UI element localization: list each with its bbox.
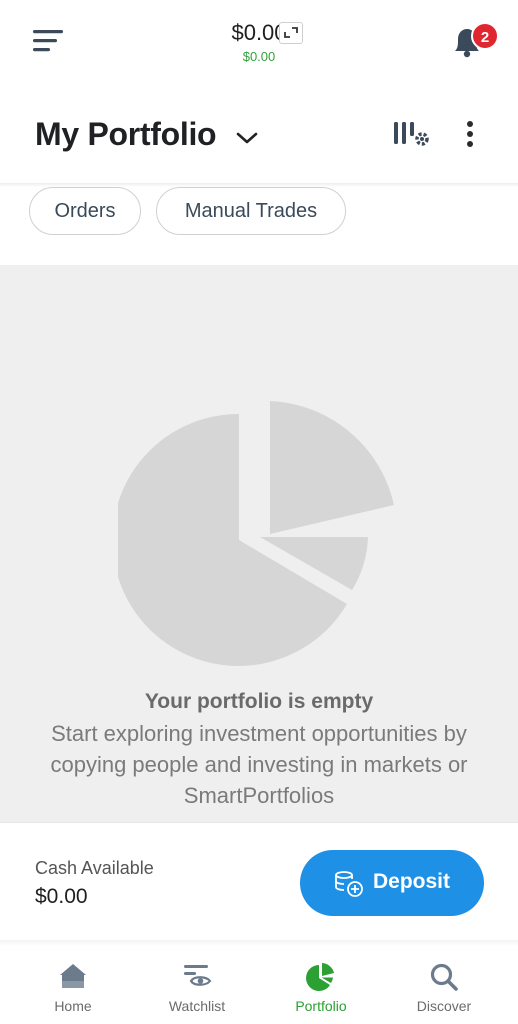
empty-pie-chart-illustration [118,401,394,666]
portfolio-header: My Portfolio [0,100,518,176]
nav-home[interactable]: Home [28,946,118,1024]
cash-available-label: Cash Available [35,858,154,878]
nav-watchlist-label: Watchlist [168,998,226,1014]
balance-container: $0.00 [0,20,518,46]
nav-portfolio-label: Portfolio [295,998,347,1014]
cash-available-bar: Cash Available $0.00 Deposit [0,822,518,940]
empty-state-title: Your portfolio is empty [144,690,374,713]
nav-home-label: Home [54,998,92,1014]
column-settings-icon[interactable] [392,118,432,150]
page-title[interactable]: My Portfolio [35,116,217,153]
deposit-label: Deposit [373,870,451,893]
portfolio-pie-icon [306,963,334,991]
nav-watchlist[interactable]: Watchlist [152,946,242,1024]
more-options-icon[interactable] [458,118,482,152]
orders-chip[interactable]: Orders [29,187,141,235]
cash-available-value: $0.00 [35,885,88,908]
notification-badge: 2 [471,22,499,50]
empty-portfolio-panel: Your portfolio is empty Start exploring … [0,265,518,822]
balance-change: $0.00 [242,49,276,64]
search-icon [430,963,458,991]
empty-state-message: Start exploring investment opportunities… [50,721,468,808]
watchlist-icon [184,965,212,986]
chevron-down-icon[interactable] [234,128,260,148]
nav-discover[interactable]: Discover [399,946,489,1024]
home-icon [60,964,86,988]
deposit-button[interactable]: Deposit [300,850,484,916]
top-bar: $0.00 $0.00 2 [0,0,518,86]
expand-icon[interactable] [279,22,303,44]
bottom-navigation: Home Watchlist Portfolio Discover [0,946,518,1024]
nav-discover-label: Discover [416,998,472,1014]
manual-trades-chip[interactable]: Manual Trades [156,187,346,235]
filter-chips: Orders Manual Trades [0,186,518,264]
nav-portfolio[interactable]: Portfolio [276,946,366,1024]
coins-plus-icon [335,871,363,897]
